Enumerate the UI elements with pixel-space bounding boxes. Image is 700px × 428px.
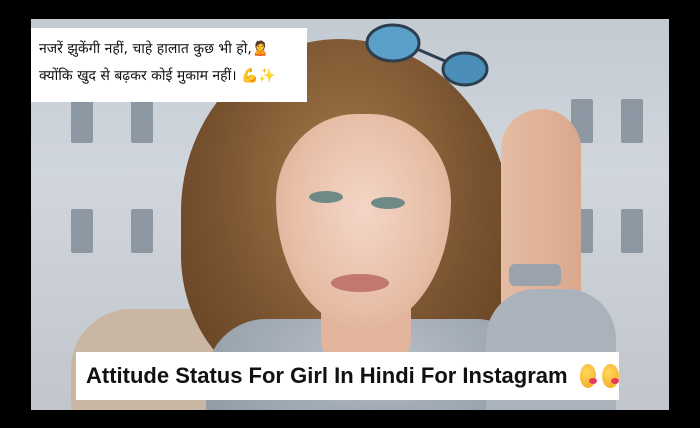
kissing-face-icon bbox=[579, 364, 597, 388]
building-window bbox=[71, 99, 93, 143]
banner-title: Attitude Status For Girl In Hindi For In… bbox=[86, 363, 568, 388]
kissing-face-icon bbox=[602, 364, 619, 388]
eye bbox=[371, 197, 405, 209]
title-banner: Attitude Status For Girl In Hindi For In… bbox=[76, 352, 619, 400]
quote-line-2: क्योंकि खुद से बढ़कर कोई मुकाम नहीं। 💪✨ bbox=[39, 68, 276, 84]
eye bbox=[309, 191, 343, 203]
lips bbox=[331, 274, 389, 292]
building-window bbox=[621, 99, 643, 143]
building-window bbox=[621, 209, 643, 253]
wristwatch bbox=[509, 264, 561, 286]
hindi-quote-box: नजरें झुकेंगी नहीं, चाहे हालात कुछ भी हो… bbox=[31, 28, 307, 102]
sunglasses-icon bbox=[365, 23, 489, 87]
building-window bbox=[131, 99, 153, 143]
building-window bbox=[71, 209, 93, 253]
image-frame: नजरें झुकेंगी नहीं, चाहे हालात कुछ भी हो… bbox=[0, 0, 700, 428]
building-window bbox=[131, 209, 153, 253]
quote-line-1: नजरें झुकेंगी नहीं, चाहे हालात कुछ भी हो… bbox=[39, 41, 270, 57]
